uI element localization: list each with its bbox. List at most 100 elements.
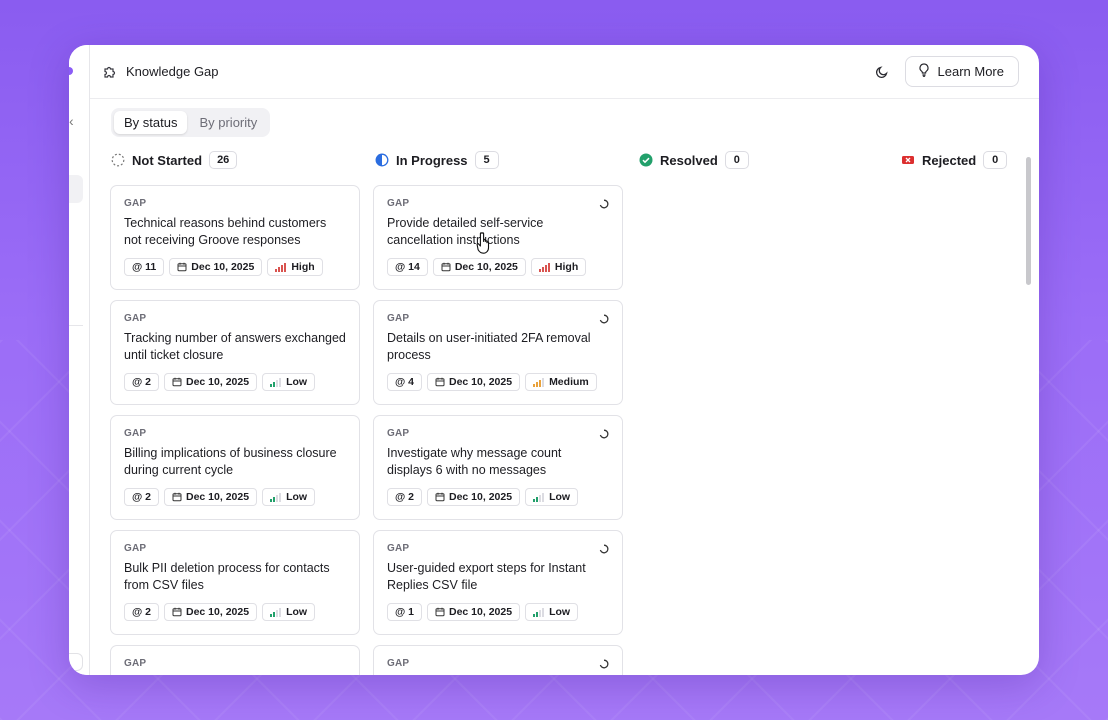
date-chip: Dec 10, 2025 bbox=[427, 488, 521, 506]
card-meta: @ 2 Dec 10, 2025 Low bbox=[387, 488, 579, 506]
chevron-left-icon[interactable]: ‹ bbox=[69, 111, 75, 131]
date-chip: Dec 10, 2025 bbox=[164, 603, 258, 621]
calendar-icon bbox=[435, 492, 445, 502]
priority-chip: High bbox=[530, 258, 587, 276]
signal-bars-icon bbox=[538, 263, 550, 272]
card-title: Details on user-initiated 2FA removal pr… bbox=[387, 331, 591, 362]
gap-card[interactable]: GAP Tracking number of answers exchanged… bbox=[110, 300, 360, 405]
card-tag: GAP bbox=[387, 543, 410, 554]
mentions-chip: @ 4 bbox=[387, 373, 422, 391]
gap-card[interactable]: GAP bbox=[373, 645, 623, 675]
date-text: Dec 10, 2025 bbox=[186, 491, 250, 503]
card-tag: GAP bbox=[387, 313, 410, 324]
puzzle-icon bbox=[102, 64, 118, 80]
view-toggle: By status By priority bbox=[111, 108, 271, 137]
loading-icon bbox=[599, 314, 609, 324]
priority-text: Low bbox=[286, 491, 308, 503]
column-title: Not Started bbox=[132, 152, 203, 168]
learn-more-button[interactable]: Learn More bbox=[904, 56, 1019, 87]
card-title: Bulk PII deletion process for contacts f… bbox=[124, 561, 330, 592]
column-title: In Progress bbox=[396, 152, 468, 168]
calendar-icon bbox=[435, 607, 445, 617]
priority-text: Medium bbox=[549, 376, 589, 388]
date-chip: Dec 10, 2025 bbox=[427, 603, 521, 621]
learn-more-label: Learn More bbox=[937, 64, 1004, 79]
half-circle-icon bbox=[375, 153, 389, 167]
card-tag: GAP bbox=[124, 313, 147, 324]
sidebar-divider bbox=[69, 325, 83, 326]
card-tag: GAP bbox=[387, 428, 410, 439]
date-text: Dec 10, 2025 bbox=[454, 261, 518, 273]
toggle-by-status[interactable]: By status bbox=[114, 111, 188, 134]
priority-chip: Low bbox=[262, 373, 316, 391]
priority-text: Low bbox=[286, 606, 308, 618]
priority-text: Low bbox=[286, 376, 308, 388]
priority-text: High bbox=[291, 261, 315, 273]
date-text: Dec 10, 2025 bbox=[191, 261, 255, 273]
gap-card[interactable]: GAP bbox=[110, 645, 360, 675]
loading-icon bbox=[599, 659, 609, 669]
loading-icon bbox=[599, 199, 609, 209]
signal-bars-icon bbox=[270, 493, 282, 502]
card-meta: @ 2 Dec 10, 2025 Low bbox=[124, 488, 316, 506]
dashed-circle-icon bbox=[111, 153, 125, 167]
column-header-in-progress: In Progress 5 bbox=[375, 151, 499, 169]
date-text: Dec 10, 2025 bbox=[449, 376, 513, 388]
priority-chip: Low bbox=[525, 488, 579, 506]
date-text: Dec 10, 2025 bbox=[449, 606, 513, 618]
priority-chip: Low bbox=[262, 488, 316, 506]
card-tag: GAP bbox=[124, 543, 147, 554]
sidebar-selected-item[interactable] bbox=[69, 175, 83, 203]
priority-chip: High bbox=[267, 258, 323, 276]
card-tag: GAP bbox=[387, 658, 410, 669]
moon-icon[interactable] bbox=[867, 57, 897, 87]
card-meta: @ 14 Dec 10, 2025 High bbox=[387, 258, 587, 276]
column-count: 26 bbox=[209, 151, 238, 169]
calendar-icon bbox=[172, 607, 182, 617]
app-window: ‹ Knowledge Gap Learn More By status By … bbox=[69, 45, 1039, 675]
gap-card[interactable]: GAP Technical reasons behind customers n… bbox=[110, 185, 360, 290]
priority-chip: Medium bbox=[525, 373, 597, 391]
signal-bars-icon bbox=[270, 608, 282, 617]
priority-chip: Low bbox=[525, 603, 579, 621]
toggle-by-priority[interactable]: By priority bbox=[189, 111, 267, 134]
gap-card[interactable]: GAP Provide detailed self-service cancel… bbox=[373, 185, 623, 290]
sidebar-bottom-button[interactable] bbox=[69, 653, 83, 671]
card-title: Provide detailed self-service cancellati… bbox=[387, 216, 544, 247]
gap-card[interactable]: GAP Investigate why message count displa… bbox=[373, 415, 623, 520]
gap-card[interactable]: GAP Bulk PII deletion process for contac… bbox=[110, 530, 360, 635]
mentions-chip: @ 1 bbox=[387, 603, 422, 621]
column-header-not-started: Not Started 26 bbox=[111, 151, 238, 169]
card-tag: GAP bbox=[387, 198, 410, 209]
column-title: Resolved bbox=[660, 152, 718, 168]
column-header-rejected: Rejected 0 bbox=[901, 151, 1008, 169]
loading-icon bbox=[599, 429, 609, 439]
date-text: Dec 10, 2025 bbox=[449, 491, 513, 503]
signal-bars-icon bbox=[270, 378, 282, 387]
card-meta: @ 1 Dec 10, 2025 Low bbox=[387, 603, 579, 621]
mentions-chip: @ 2 bbox=[124, 488, 159, 506]
date-chip: Dec 10, 2025 bbox=[164, 488, 258, 506]
gap-card[interactable]: GAP Billing implications of business clo… bbox=[110, 415, 360, 520]
column-count: 5 bbox=[474, 151, 499, 169]
gap-card[interactable]: GAP Details on user-initiated 2FA remova… bbox=[373, 300, 623, 405]
calendar-icon bbox=[172, 492, 182, 502]
loading-icon bbox=[599, 544, 609, 554]
priority-chip: Low bbox=[262, 603, 316, 621]
sidebar-collapsed: ‹ bbox=[69, 45, 90, 675]
sidebar-dot bbox=[69, 67, 73, 75]
signal-bars-icon bbox=[533, 608, 545, 617]
mentions-chip: @ 2 bbox=[124, 373, 159, 391]
mentions-chip: @ 14 bbox=[387, 258, 428, 276]
page-title: Knowledge Gap bbox=[126, 64, 219, 79]
date-chip: Dec 10, 2025 bbox=[169, 258, 263, 276]
card-tag: GAP bbox=[124, 428, 147, 439]
card-meta: @ 2 Dec 10, 2025 Low bbox=[124, 603, 316, 621]
gap-card[interactable]: GAP User-guided export steps for Instant… bbox=[373, 530, 623, 635]
signal-bars-icon bbox=[533, 493, 545, 502]
card-title: User-guided export steps for Instant Rep… bbox=[387, 561, 586, 592]
vertical-scrollbar[interactable] bbox=[1026, 157, 1031, 285]
signal-bars-icon bbox=[533, 378, 545, 387]
column-header-resolved: Resolved 0 bbox=[639, 151, 749, 169]
check-circle-icon bbox=[639, 153, 653, 167]
